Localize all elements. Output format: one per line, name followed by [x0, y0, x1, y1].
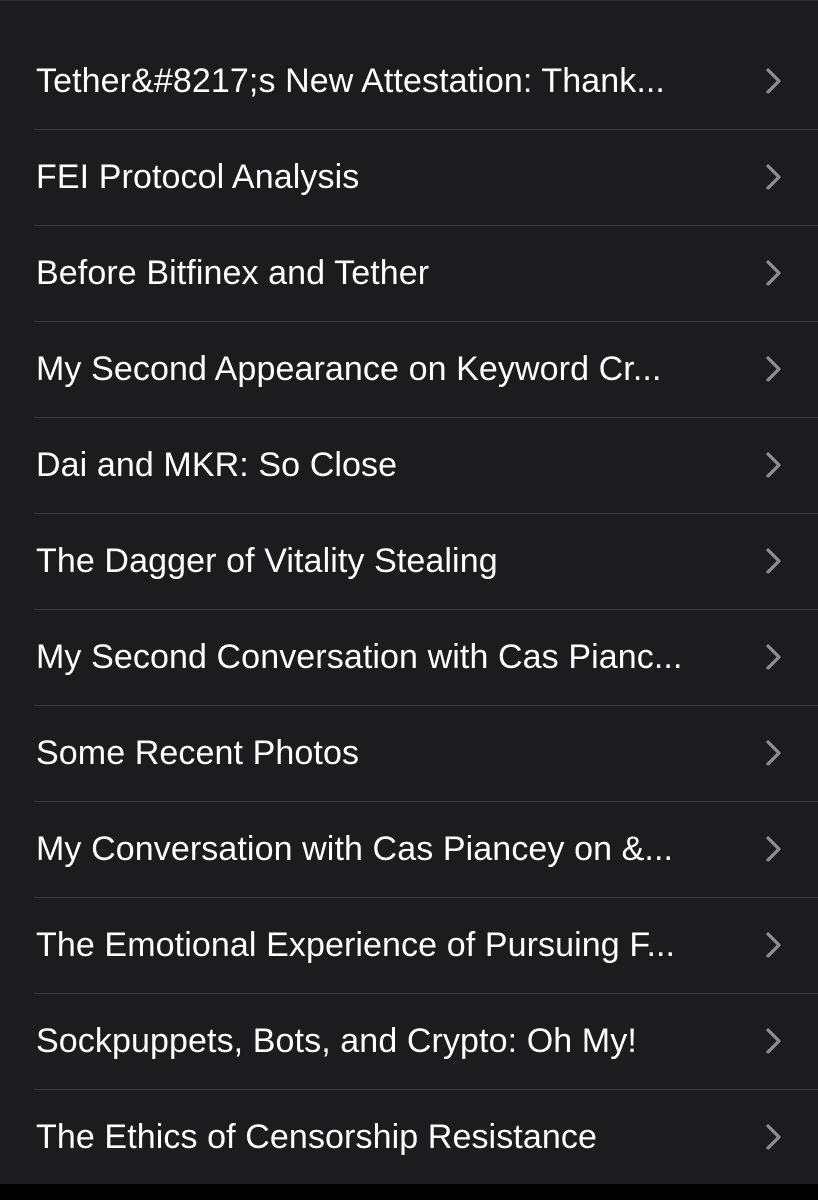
- list-item-label: The Emotional Experience of Pursuing F..…: [36, 926, 676, 964]
- bottom-edge: [0, 1184, 818, 1200]
- chevron-right-icon: [758, 258, 788, 288]
- list-item[interactable]: Before Bitfinex and Tether: [0, 226, 818, 322]
- list-item[interactable]: My Second Conversation with Cas Pianc...: [0, 610, 818, 706]
- chevron-right-icon: [758, 738, 788, 768]
- list-item-label: Some Recent Photos: [36, 734, 360, 772]
- chevron-right-icon: [758, 1122, 788, 1152]
- chevron-right-icon: [758, 1026, 788, 1056]
- chevron-right-icon: [758, 450, 788, 480]
- chevron-right-icon: [758, 930, 788, 960]
- chevron-right-icon: [758, 66, 788, 96]
- chevron-right-icon: [758, 162, 788, 192]
- list-item[interactable]: Tether&#8217;s New Attestation: Thank...: [0, 34, 818, 130]
- list-item-label: My Second Conversation with Cas Pianc...: [36, 638, 683, 676]
- list-item[interactable]: FEI Protocol Analysis: [0, 130, 818, 226]
- list-item[interactable]: The Emotional Experience of Pursuing F..…: [0, 898, 818, 994]
- chevron-right-icon: [758, 642, 788, 672]
- list-item-label: Before Bitfinex and Tether: [36, 254, 430, 292]
- list-item[interactable]: Dai and MKR: So Close: [0, 418, 818, 514]
- list-item[interactable]: Some Recent Photos: [0, 706, 818, 802]
- list-item-label: The Dagger of Vitality Stealing: [36, 542, 498, 580]
- posts-list-panel: Tether&#8217;s New Attestation: Thank...…: [0, 0, 818, 1184]
- list-item-label: Tether&#8217;s New Attestation: Thank...: [36, 62, 665, 100]
- list-item[interactable]: The Ethics of Censorship Resistance: [0, 1090, 818, 1186]
- chevron-right-icon: [758, 354, 788, 384]
- list-item-label: Dai and MKR: So Close: [36, 446, 398, 484]
- chevron-right-icon: [758, 834, 788, 864]
- list-item-label: My Conversation with Cas Piancey on &...: [36, 830, 674, 868]
- list-item[interactable]: Sockpuppets, Bots, and Crypto: Oh My!: [0, 994, 818, 1090]
- list-item[interactable]: The Dagger of Vitality Stealing: [0, 514, 818, 610]
- list-item-label: FEI Protocol Analysis: [36, 158, 360, 196]
- posts-list: Tether&#8217;s New Attestation: Thank...…: [0, 34, 818, 1186]
- list-item[interactable]: My Second Appearance on Keyword Cr...: [0, 322, 818, 418]
- list-item-label: My Second Appearance on Keyword Cr...: [36, 350, 662, 388]
- list-item[interactable]: My Conversation with Cas Piancey on &...: [0, 802, 818, 898]
- list-item-label: Sockpuppets, Bots, and Crypto: Oh My!: [36, 1022, 637, 1060]
- list-item-label: The Ethics of Censorship Resistance: [36, 1118, 597, 1156]
- chevron-right-icon: [758, 546, 788, 576]
